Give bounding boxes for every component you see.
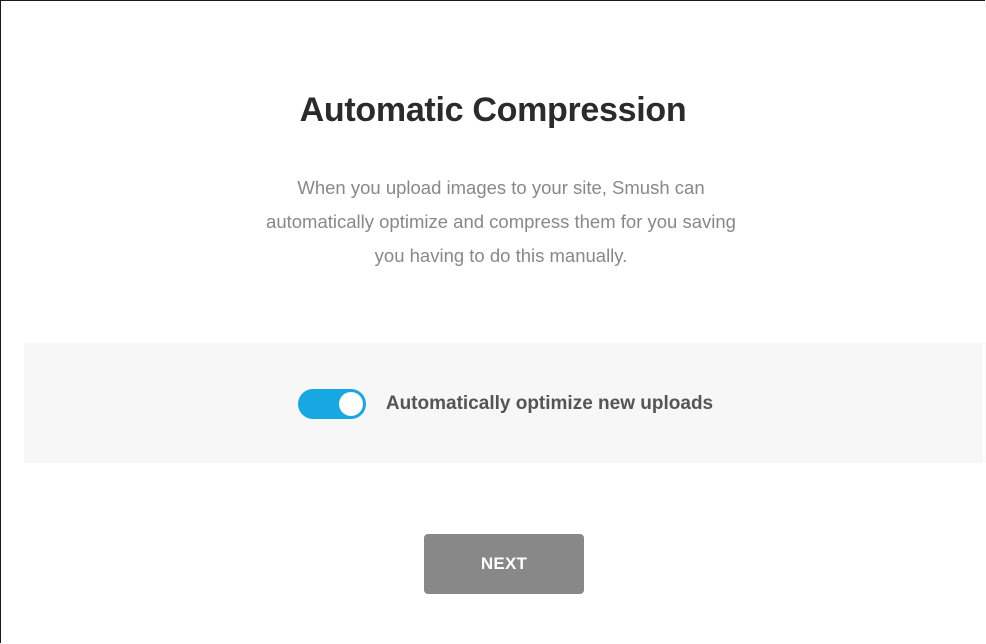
description-line: you having to do this manually. bbox=[374, 245, 628, 266]
dialog-description: When you upload images to your site, Smu… bbox=[171, 171, 831, 273]
next-button[interactable]: NEXT bbox=[424, 534, 584, 594]
description-line: When you upload images to your site, Smu… bbox=[297, 177, 705, 198]
toggle-knob bbox=[338, 392, 363, 416]
auto-optimize-label[interactable]: Automatically optimize new uploads bbox=[386, 393, 713, 415]
auto-optimize-option-panel: Automatically optimize new uploads bbox=[24, 343, 986, 463]
description-line: automatically optimize and compress them… bbox=[266, 211, 736, 232]
auto-optimize-toggle[interactable] bbox=[297, 389, 366, 419]
onboarding-dialog: Automatic Compression When you upload im… bbox=[0, 0, 986, 643]
auto-optimize-row: Automatically optimize new uploads bbox=[24, 387, 986, 421]
dialog-title: Automatic Compression bbox=[299, 91, 687, 129]
